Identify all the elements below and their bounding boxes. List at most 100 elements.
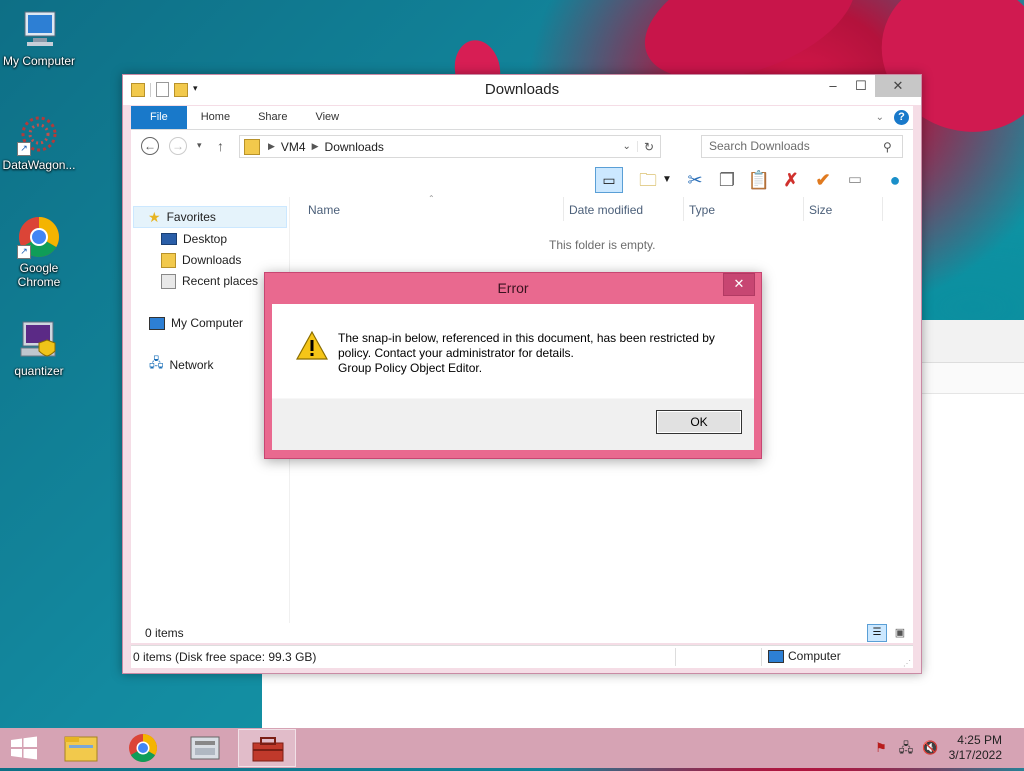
forward-button[interactable]: → xyxy=(169,137,187,155)
column-divider xyxy=(882,197,883,221)
tab-view[interactable]: View xyxy=(301,106,353,129)
chevron-down-icon[interactable]: ▼ xyxy=(661,168,673,192)
device-manager-icon xyxy=(190,736,220,760)
nav-item-label: Favorites xyxy=(166,210,216,224)
nav-item-label: Recent places xyxy=(182,274,259,288)
dialog-title: Error xyxy=(497,280,529,296)
desktop-icon-label: My Computer xyxy=(2,54,76,68)
close-button[interactable]: ✕ xyxy=(875,75,921,97)
taskbar-toolbox-app[interactable] xyxy=(238,729,296,767)
dialog-footer: OK xyxy=(272,398,754,450)
refresh-icon[interactable]: ↻ xyxy=(638,140,660,154)
delete-icon[interactable]: ✗ xyxy=(779,168,803,192)
help-icon[interactable]: ? xyxy=(894,110,909,125)
dialog-message-line: policy. Contact your administrator for d… xyxy=(338,346,574,360)
back-button[interactable]: ← xyxy=(141,137,159,155)
nav-item-desktop[interactable]: Desktop xyxy=(161,229,227,249)
globe-icon[interactable]: ● xyxy=(883,168,907,192)
ok-button[interactable]: OK xyxy=(656,410,742,434)
nav-item-downloads[interactable]: Downloads xyxy=(161,250,241,270)
explorer-titlebar[interactable]: ▾ Downloads – ☐ ✕ xyxy=(123,75,921,105)
status-divider xyxy=(675,648,676,666)
nav-item-favorites[interactable]: ★ Favorites xyxy=(133,206,287,228)
taskbar-device-manager[interactable] xyxy=(176,729,234,767)
copy-icon[interactable]: ❐ xyxy=(715,168,739,192)
address-dropdown-icon[interactable]: ⌄ xyxy=(617,141,638,152)
status-divider xyxy=(761,648,762,666)
breadcrumb-vm4[interactable]: VM4 xyxy=(281,140,306,154)
start-button[interactable] xyxy=(0,728,48,768)
desktop-icon-datawagon[interactable]: ↗ DataWagon... xyxy=(0,112,78,172)
chrome-icon xyxy=(129,734,157,762)
action-center-flag-icon[interactable]: ⚑ xyxy=(873,740,889,756)
command-toolbar: ▭ 🗀 ▼ ✂ ❐ 📋 ✗ ✔ ▭ ● xyxy=(131,164,913,197)
recent-places-icon xyxy=(161,273,176,289)
column-divider xyxy=(683,197,684,221)
tab-file[interactable]: File xyxy=(131,106,187,129)
maximize-button[interactable]: ☐ xyxy=(847,75,875,97)
expand-ribbon-icon[interactable]: ⌄ xyxy=(876,112,884,123)
item-count: 0 items xyxy=(145,626,184,640)
address-bar[interactable]: ▶ VM4 ▶ Downloads ⌄ ↻ xyxy=(239,135,661,158)
column-header-type[interactable]: Type xyxy=(689,203,715,217)
column-header-size[interactable]: Size xyxy=(809,203,832,217)
chrome-icon: ↗ xyxy=(17,215,61,259)
tab-home[interactable]: Home xyxy=(187,106,244,129)
resize-grip-icon[interactable]: ⋰ xyxy=(903,659,911,668)
toolbox-icon xyxy=(252,737,284,762)
nav-item-recent-places[interactable]: Recent places xyxy=(161,271,258,291)
taskbar-clock[interactable]: 4:25 PM 3/17/2022 xyxy=(949,733,1002,763)
cut-icon[interactable]: ✂ xyxy=(683,168,707,192)
volume-muted-icon[interactable]: 🔇 xyxy=(922,740,938,756)
desktop-icon xyxy=(161,233,177,245)
file-explorer-icon xyxy=(64,736,98,762)
breadcrumb-separator-icon: ▶ xyxy=(311,141,319,151)
network-status-icon[interactable]: 🖧 xyxy=(898,740,914,756)
tab-share[interactable]: Share xyxy=(244,106,301,129)
window-title: Downloads xyxy=(484,81,560,98)
computer-icon xyxy=(768,650,784,663)
column-divider xyxy=(563,197,564,221)
quantizer-icon xyxy=(17,318,61,362)
network-icon: 🖧 xyxy=(149,355,164,370)
rename-icon[interactable]: ▭ xyxy=(843,168,867,192)
breadcrumb-downloads[interactable]: Downloads xyxy=(325,140,384,154)
minimize-button[interactable]: – xyxy=(819,75,847,97)
status-right-text: Computer xyxy=(788,649,841,663)
sort-indicator-icon: ⌃ xyxy=(428,194,435,203)
nav-item-label: Downloads xyxy=(182,253,242,267)
up-button[interactable]: ↑ xyxy=(217,138,224,154)
taskbar-chrome[interactable] xyxy=(114,729,172,767)
preview-pane-icon[interactable]: ▭ xyxy=(595,167,623,193)
downloads-folder-icon xyxy=(244,138,260,155)
dialog-close-button[interactable]: ✕ xyxy=(723,273,755,296)
desktop-icon-label: quantizer xyxy=(14,364,64,378)
error-dialog[interactable]: Error ✕ The snap-in below, referenced in… xyxy=(264,272,762,459)
column-header-date-modified[interactable]: Date modified xyxy=(569,203,643,217)
dialog-body: The snap-in below, referenced in this do… xyxy=(272,304,754,450)
desktop-icon-label: DataWagon... xyxy=(2,158,76,172)
nav-item-my-computer[interactable]: My Computer xyxy=(149,313,243,333)
folder-options-icon[interactable]: 🗀 xyxy=(636,168,660,192)
search-icon[interactable]: ⚲ xyxy=(883,140,892,154)
star-icon: ★ xyxy=(148,208,161,225)
details-view-icon[interactable]: ☰ xyxy=(867,624,887,642)
taskbar-file-explorer[interactable] xyxy=(52,729,110,767)
windows-logo-icon xyxy=(11,736,37,760)
column-header-name[interactable]: Name xyxy=(308,203,340,217)
check-icon[interactable]: ✔ xyxy=(811,168,835,192)
desktop-icon-google-chrome[interactable]: ↗ Google Chrome xyxy=(0,215,78,289)
paste-icon[interactable]: 📋 xyxy=(747,168,771,192)
desktop-icon-my-computer[interactable]: My Computer xyxy=(0,8,78,68)
desktop-icon-label: Google Chrome xyxy=(17,261,61,289)
empty-folder-message: This folder is empty. xyxy=(549,238,656,252)
nav-item-network[interactable]: 🖧 Network xyxy=(149,355,214,375)
nav-item-label: Desktop xyxy=(183,232,228,246)
large-icons-view-icon[interactable]: ▣ xyxy=(891,624,909,642)
datawagon-icon: ↗ xyxy=(17,112,61,156)
desktop-icon-quantizer[interactable]: quantizer xyxy=(0,318,78,378)
search-input[interactable]: Search Downloads xyxy=(701,135,903,158)
downloads-folder-icon xyxy=(161,252,176,268)
recent-locations-icon[interactable]: ▾ xyxy=(197,140,202,151)
ribbon-tabs: File Home Share View ⌄ ? xyxy=(131,106,913,130)
